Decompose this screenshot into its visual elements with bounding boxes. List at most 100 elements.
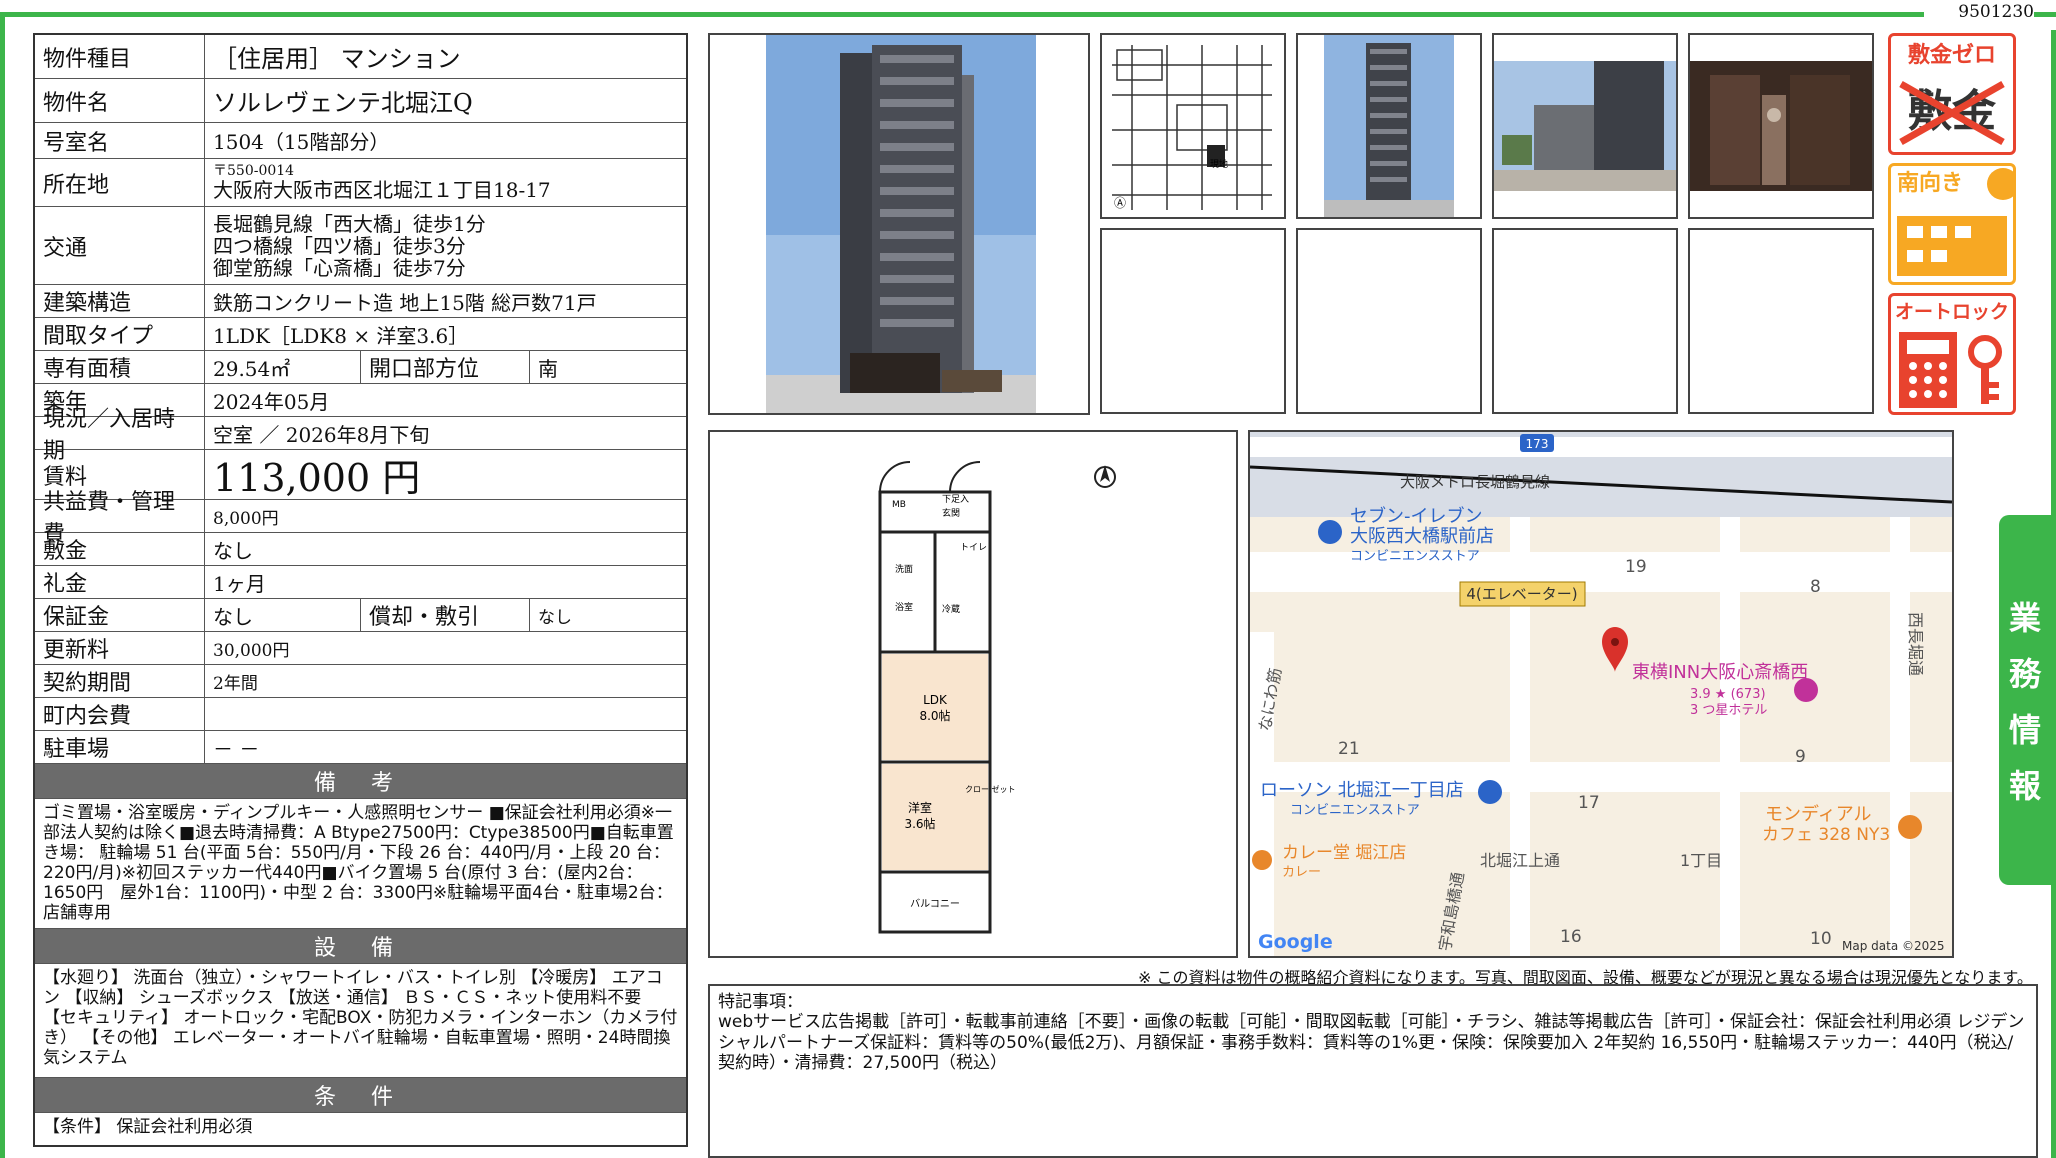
row-status: 現況／入居時期 空室 ／ 2026年8月下旬: [35, 407, 686, 464]
business-info-tab[interactable]: 業 務 情 報: [1999, 515, 2051, 885]
google-logo: Google: [1258, 931, 1333, 953]
row-guarantee: 保証金 なし 償却・敷引 なし: [35, 599, 686, 632]
thumbnail-lobby[interactable]: [1688, 33, 1874, 219]
thumbnail-map[interactable]: 現地 Ⓐ: [1100, 33, 1286, 219]
frame-right-border: [2051, 30, 2056, 1158]
block-number: 16: [1560, 927, 1582, 947]
remarks-header: 備 考: [35, 764, 686, 799]
remarks-text: ゴミ置場・浴室暖房・ディンプルキー・人感照明センサー ■保証会社利用必須※一部法…: [35, 799, 686, 929]
thumbnail-empty: [1100, 228, 1286, 414]
row-fee: 共益費・管理費 8,000円: [35, 490, 686, 547]
hotel-rating: 3.9 ★ (673): [1690, 687, 1766, 702]
mondial-name: モンディアル: [1765, 804, 1872, 825]
label-layout: 間取タイプ: [35, 318, 205, 350]
thumbnail-building[interactable]: [1296, 33, 1482, 219]
value-area: 29.54㎡: [213, 356, 291, 381]
row-area: 専有面積 29.54㎡ 開口部方位 南: [35, 351, 686, 384]
plan-entrance: 玄関: [942, 507, 960, 519]
label-renewal: 更新料: [35, 632, 205, 664]
facilities-text: 【水廻り】 洗面台（独立）・シャワートイレ・バス・トイレ別 【冷暖房】 エアコン…: [35, 964, 686, 1078]
plan-kitchen: 冷蔵: [942, 603, 960, 615]
main-building-photo[interactable]: [708, 33, 1090, 415]
value-parking: － －: [213, 736, 260, 761]
area-chome: 1丁目: [1680, 851, 1722, 870]
value-built: 2024年05月: [213, 389, 330, 414]
plan-shoes: 下足入: [942, 494, 969, 505]
curry-shop-type: カレー: [1282, 865, 1321, 880]
postal-code: 〒550-0014: [213, 162, 295, 179]
seven-eleven-type: コンビニエンスストア: [1350, 549, 1480, 564]
row-structure: 建築構造 鉄筋コンクリート造 地上15階 総戸数71戸: [35, 285, 686, 318]
map-credit: Map data ©2025: [1842, 939, 1945, 953]
hotel-name: 東横INN大阪心斎橋西: [1632, 662, 1808, 683]
value-address: 〒550-0014 大阪府大阪市西区北堀江１丁目18-17: [205, 159, 686, 206]
zero-deposit-badge: 敷金ゼロ 敷金: [1888, 33, 2016, 155]
facilities-header: 設 備: [35, 929, 686, 964]
label-area: 専有面積: [35, 351, 205, 383]
frame-left-border: [0, 12, 5, 1158]
value-guarantee: なし: [213, 604, 253, 629]
document-id: 9501230: [1924, 0, 2034, 24]
block-number: 8: [1810, 577, 1821, 597]
south-facing-badge: 南向き: [1888, 163, 2019, 285]
thumbnail-empty: [1688, 228, 1874, 414]
row-room: 号室名 1504（15階部分）: [35, 123, 686, 159]
value-fee: 8,000円: [213, 508, 279, 529]
plan-western: 洋室: [908, 800, 932, 815]
block-number: 17: [1578, 793, 1600, 813]
label-town-fee: 町内会費: [35, 698, 205, 730]
access-line: 四つ橋線「四ツ橋」徒歩3分: [213, 233, 466, 258]
block-number: 21: [1338, 739, 1360, 759]
row-parking: 駐車場 － －: [35, 731, 686, 764]
special-notes: 特記事項： webサービス広告掲載［許可］・転載事前連絡［不要］・画像の転載［可…: [708, 984, 2038, 1158]
building-thumb-image: [1324, 35, 1454, 217]
special-notes-text: webサービス広告掲載［許可］・転載事前連絡［不要］・画像の転載［可能］・間取図…: [718, 1012, 2025, 1074]
label-name: 物件名: [35, 79, 205, 122]
conditions-text: 【条件】 保証会社利用必須: [43, 1117, 253, 1137]
row-town-fee: 町内会費: [35, 698, 686, 731]
thumbnail-entrance[interactable]: [1492, 33, 1678, 219]
svg-text:現地: 現地: [1210, 158, 1228, 170]
plan-bath: 浴室: [895, 601, 913, 613]
plan-balcony: バルコニー: [910, 898, 960, 910]
label-room: 号室名: [35, 123, 205, 158]
hotel-icon: [1794, 678, 1818, 702]
label-contract: 契約期間: [35, 665, 205, 697]
row-renewal: 更新料 30,000円: [35, 632, 686, 665]
seven-eleven-name: セブン-イレブン: [1350, 505, 1483, 527]
hotel-type: 3 つ星ホテル: [1690, 703, 1767, 718]
tab-char: 業: [2008, 599, 2041, 637]
route-number: 173: [1526, 437, 1549, 451]
tab-char: 情: [2008, 711, 2041, 749]
label-amortization: 償却・敷引: [360, 599, 530, 631]
autolock-badge: オートロック: [1888, 293, 2016, 415]
block-number: 9: [1795, 747, 1806, 767]
lobby-image: [1690, 61, 1872, 191]
plan-western-size: 3.6帖: [904, 816, 935, 831]
value-name: ソルレヴェンテ北堀江Q: [213, 89, 473, 117]
floor-plan[interactable]: LDK 8.0帖 洋室 3.6帖 バルコニー トイレ 浴室 洗面 玄関 下足入 …: [708, 430, 1238, 958]
special-notes-title: 特記事項：: [718, 992, 803, 1012]
south-facing-label: 南向き: [1897, 170, 1963, 196]
thumbnail-empty: [1296, 228, 1482, 414]
value-status: 空室 ／ 2026年8月下旬: [213, 422, 430, 447]
autolock-icon: オートロック: [1895, 301, 2009, 408]
entrance-image: [1494, 61, 1676, 191]
plan-closet: クロー ゼット: [965, 784, 1016, 794]
row-contract: 契約期間 2年間: [35, 665, 686, 698]
row-deposit: 敷金 なし: [35, 533, 686, 566]
plan-toilet: トイレ: [960, 543, 987, 553]
tab-char: 報: [2008, 767, 2041, 805]
south-facing-icon: 南向き: [1897, 168, 2019, 276]
row-address: 所在地 〒550-0014 大阪府大阪市西区北堀江１丁目18-17: [35, 159, 686, 207]
value-key-money: 1ヶ月: [213, 571, 266, 596]
value-room: 1504（15階部分）: [213, 130, 390, 154]
location-map[interactable]: 大阪メトロ長堀鶴見線 173 セブン-イレブン 大阪西大橋駅前店 コンビニエンス…: [1248, 430, 1954, 958]
value-contract: 2年間: [213, 673, 258, 694]
block-number: 19: [1625, 557, 1647, 577]
value-layout: 1LDK［LDK8 × 洋室3.6］: [213, 323, 469, 348]
row-name: 物件名 ソルレヴェンテ北堀江Q: [35, 79, 686, 123]
label-deposit: 敷金: [35, 533, 205, 565]
thumbnail-empty: [1492, 228, 1678, 414]
label-type: 物件種目: [35, 35, 205, 78]
